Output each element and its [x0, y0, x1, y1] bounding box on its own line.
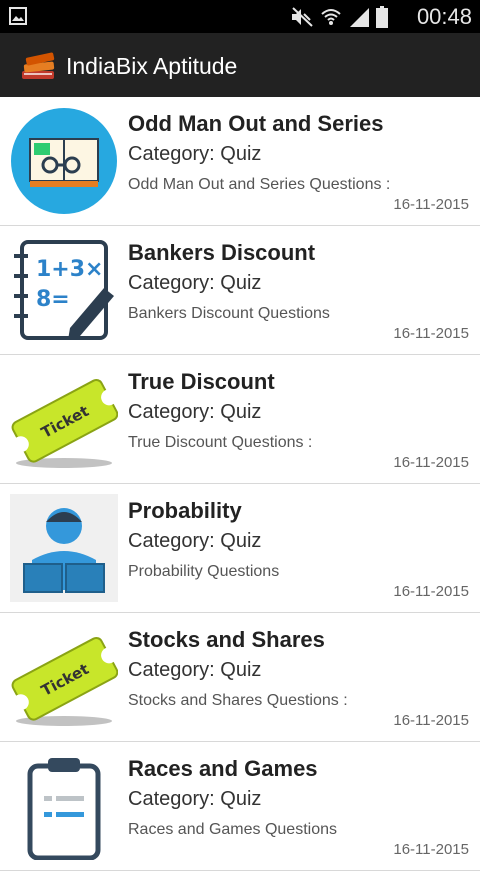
item-title: Stocks and Shares	[128, 627, 325, 652]
gallery-icon	[9, 7, 27, 25]
item-category: Category: Quiz	[128, 788, 262, 810]
signal-icon	[350, 8, 369, 27]
item-category: Category: Quiz	[128, 272, 262, 294]
item-title: Races and Games	[128, 756, 318, 781]
topic-list: Odd Man Out and Series Category: Quiz Od…	[0, 97, 480, 871]
item-description: Races and Games Questions	[128, 821, 337, 838]
app-title: IndiaBix Aptitude	[66, 53, 238, 79]
item-title: Odd Man Out and Series	[128, 111, 384, 136]
item-description: Probability Questions	[128, 563, 280, 580]
action-bar: IndiaBix Aptitude	[0, 33, 480, 97]
book-glasses-icon	[11, 108, 117, 214]
list-item[interactable]: Ticket True Discount Category: Quiz True…	[0, 355, 480, 484]
item-description: Stocks and Shares Questions :	[128, 692, 348, 709]
svg-text:8=: 8=	[36, 287, 70, 312]
battery-icon	[376, 6, 388, 28]
item-category: Category: Quiz	[128, 143, 262, 165]
item-date: 16-11-2015	[393, 454, 469, 471]
status-time: 00:48	[416, 4, 472, 29]
item-title: Bankers Discount	[128, 240, 316, 265]
svg-text:1+3×: 1+3×	[36, 257, 103, 282]
status-icons	[290, 5, 388, 29]
item-date: 16-11-2015	[393, 196, 469, 213]
clipboard-icon	[27, 758, 101, 860]
ticket-icon: Ticket	[11, 378, 118, 468]
item-category: Category: Quiz	[128, 401, 262, 423]
list-item[interactable]: Odd Man Out and Series Category: Quiz Od…	[0, 97, 480, 226]
list-item[interactable]: Races and Games Category: Quiz Races and…	[0, 742, 480, 871]
item-category: Category: Quiz	[128, 659, 262, 681]
item-title: True Discount	[128, 369, 275, 394]
list-item[interactable]: Ticket Stocks and Shares Category: Quiz …	[0, 613, 480, 742]
item-category: Category: Quiz	[128, 530, 262, 552]
item-date: 16-11-2015	[393, 841, 469, 858]
ticket-icon: Ticket	[11, 636, 118, 726]
item-description: Bankers Discount Questions	[128, 305, 330, 322]
mute-icon	[292, 7, 313, 27]
item-date: 16-11-2015	[393, 583, 469, 600]
books-icon[interactable]	[20, 49, 58, 83]
list-item[interactable]: 1+3× 8= Bankers Discount Category: Quiz …	[0, 226, 480, 355]
math-notebook-icon: 1+3× 8=	[14, 240, 114, 340]
item-description: True Discount Questions :	[128, 434, 313, 451]
status-bar: 00:48	[0, 0, 480, 33]
wifi-icon	[321, 9, 341, 25]
reader-icon	[10, 494, 118, 602]
list-item[interactable]: Probability Category: Quiz Probability Q…	[0, 484, 480, 613]
item-title: Probability	[128, 498, 242, 523]
item-date: 16-11-2015	[393, 712, 469, 729]
item-date: 16-11-2015	[393, 325, 469, 342]
item-description: Odd Man Out and Series Questions :	[128, 176, 391, 193]
